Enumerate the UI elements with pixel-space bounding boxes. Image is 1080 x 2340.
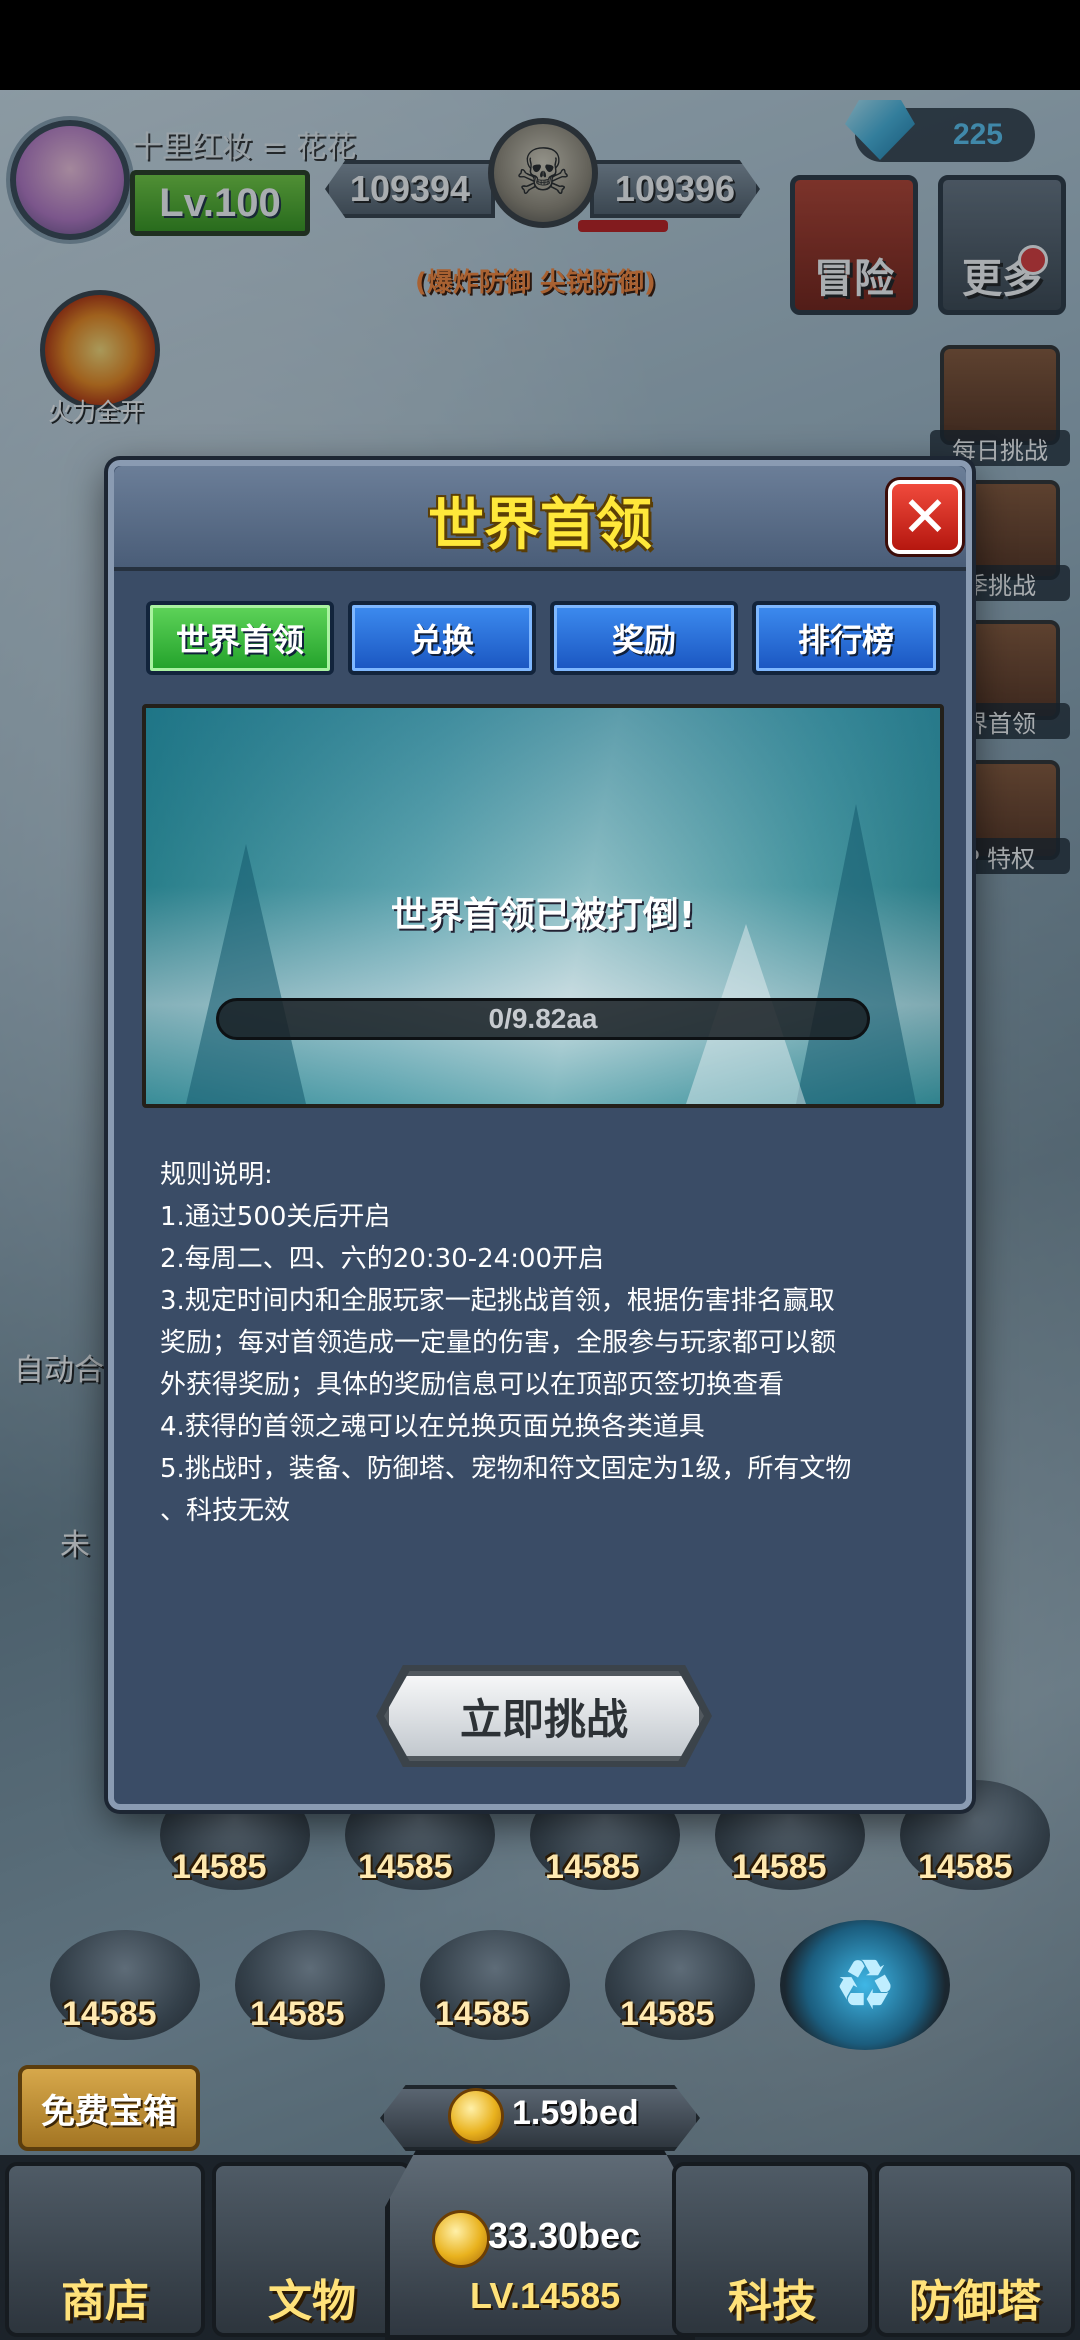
tower-level: 14585 [918, 1848, 1013, 1886]
nav-shop[interactable]: 商店 [5, 2162, 205, 2337]
rule-line: 外获得奖励；具体的奖励信息可以在顶部页签切换查看 [160, 1370, 785, 1400]
rule-line: 1.通过500关后开启 [160, 1202, 391, 1232]
nav-relics[interactable]: 文物 [212, 2162, 412, 2337]
recycle-icon[interactable]: ♻ [780, 1920, 950, 2050]
tower-level: 14585 [172, 1848, 267, 1886]
nav-tech[interactable]: 科技 [672, 2162, 872, 2337]
challenge-now-button[interactable]: 立即挑战 [384, 1671, 704, 1761]
dialog-title: 世界首领 [428, 493, 652, 558]
nav-shop-label: 商店 [61, 2276, 149, 2327]
rule-line: 4.获得的首领之魂可以在兑换页面兑换各类道具 [160, 1412, 705, 1442]
gold-coin-icon [448, 2088, 504, 2144]
tower-level: 14585 [620, 1995, 715, 2033]
rule-line: 奖励；每对首领造成一定量的伤害，全服参与玩家都可以额 [160, 1328, 837, 1358]
tower-level: 14585 [545, 1848, 640, 1886]
free-chest-button[interactable]: 免费宝箱 [18, 2065, 200, 2151]
tower-level: 14585 [732, 1848, 827, 1886]
gold-coin-icon [432, 2210, 490, 2268]
tab-exchange[interactable]: 兑换 [348, 601, 536, 675]
rules-section: 规则说明: 1.通过500关后开启 2.每周二、四、六的20:30-24:00开… [160, 1154, 940, 1532]
close-icon: ✕ [901, 484, 949, 550]
rule-line: 、科技无效 [160, 1496, 291, 1526]
nav-towers-label: 防御塔 [909, 2276, 1041, 2327]
rules-title: 规则说明: [160, 1160, 273, 1190]
nav-towers[interactable]: 防御塔 [875, 2162, 1075, 2337]
rule-line: 5.挑战时，装备、防御塔、宠物和符文固定为1级，所有文物 [160, 1454, 852, 1484]
boss-hp-bar: 0/9.82aa [216, 998, 870, 1040]
coin-amount: 1.59bed [512, 2094, 639, 2132]
rule-line: 3.规定时间内和全服玩家一起挑战首领，根据伤害排名赢取 [160, 1286, 835, 1316]
tower-level: 14585 [358, 1848, 453, 1886]
tower-level: 14585 [250, 1995, 345, 2033]
nav-tech-label: 科技 [728, 2276, 816, 2327]
nav-relics-label: 文物 [268, 2276, 356, 2327]
boss-status: 世界首领已被打倒! [390, 895, 696, 936]
tab-leaderboard[interactable]: 排行榜 [752, 601, 940, 675]
tower-level: 14585 [435, 1995, 530, 2033]
rule-line: 2.每周二、四、六的20:30-24:00开启 [160, 1244, 605, 1274]
status-bar [0, 0, 1080, 90]
boss-arena-image: 世界首领已被打倒! 0/9.82aa [142, 704, 944, 1108]
dialog-tabs: 世界首领 兑换 奖励 排行榜 [146, 601, 946, 677]
tower-level: 14585 [62, 1995, 157, 2033]
tab-rewards[interactable]: 奖励 [550, 601, 738, 675]
world-boss-dialog: 世界首领 ✕ 世界首领 兑换 奖励 排行榜 世界首领已被打倒! 0/9.82aa… [108, 460, 972, 1810]
upgrade-cost: 33.30bec [488, 2215, 641, 2256]
upgrade-level: LV.14585 [470, 2275, 621, 2316]
ice-peak [796, 804, 916, 1104]
tab-world-boss[interactable]: 世界首领 [146, 601, 334, 675]
dialog-header: 世界首领 [114, 466, 966, 571]
ice-peak [186, 844, 306, 1104]
close-button[interactable]: ✕ [888, 480, 962, 554]
boss-hp-text: 0/9.82aa [488, 1003, 598, 1034]
